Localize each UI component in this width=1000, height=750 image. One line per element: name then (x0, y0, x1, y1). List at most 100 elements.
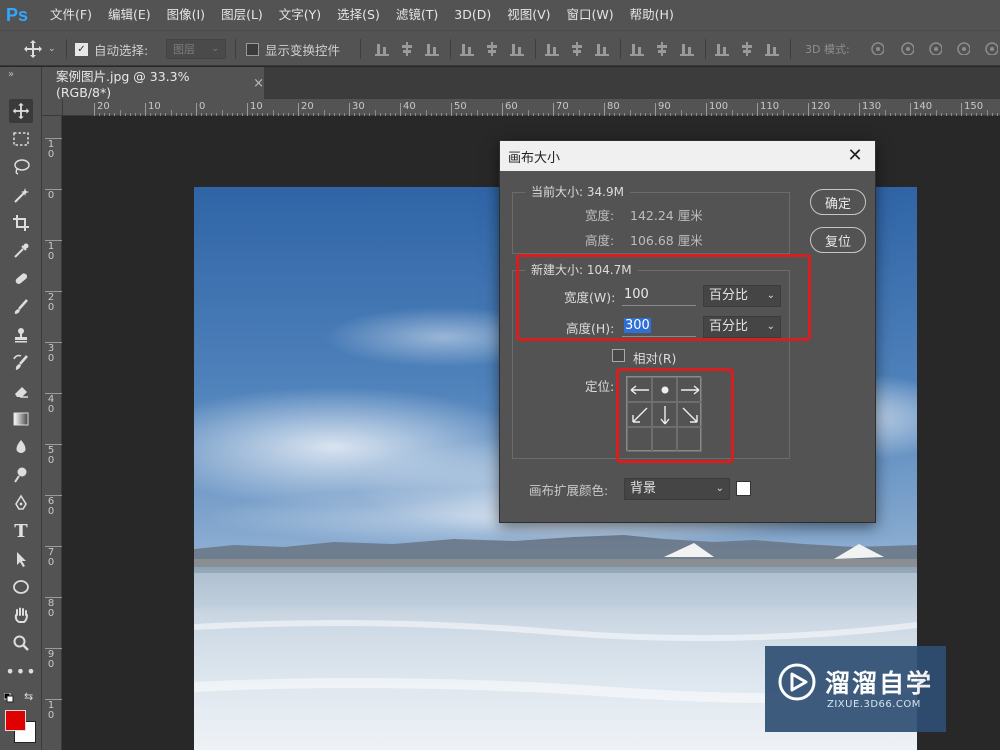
highlight-new-size (516, 254, 811, 341)
pen-tool[interactable] (9, 491, 33, 515)
close-icon[interactable]: ✕ (845, 146, 865, 166)
align-distribute-icon[interactable] (630, 42, 644, 56)
crop-icon (13, 215, 29, 231)
show-transform-checkbox[interactable] (246, 42, 259, 56)
zoom-tool[interactable] (9, 631, 33, 655)
align-distribute-icon[interactable] (595, 42, 609, 56)
watermark-logo: 溜溜自学 ZIXUE.3D66.COM (765, 646, 946, 732)
dodge-tool[interactable] (9, 463, 33, 487)
ruler-tick-label: 1 0 (47, 700, 55, 721)
ok-button[interactable]: 确定 (810, 189, 866, 215)
gradient-tool[interactable] (9, 407, 33, 431)
align-distribute-icon[interactable] (570, 42, 584, 56)
ruler-tick-label: 4 0 (47, 394, 55, 415)
lasso-tool[interactable] (9, 155, 33, 179)
align-distribute-icon[interactable] (400, 42, 414, 56)
ruler-tick-label: 130 (862, 101, 882, 112)
menu-item-6[interactable]: 滤镜(T) (388, 0, 446, 30)
3d-mode-icon[interactable] (984, 41, 998, 55)
more-tools-button[interactable]: ••• (5, 659, 35, 683)
3d-mode-icon[interactable] (870, 41, 884, 55)
marquee-icon (13, 132, 29, 146)
history-brush-tool[interactable] (9, 351, 33, 375)
lasso-icon (14, 159, 30, 175)
current-width-label: 宽度: (585, 208, 615, 223)
align-distribute-icon[interactable] (510, 42, 524, 56)
align-distribute-icon[interactable] (765, 42, 779, 56)
align-distribute-icon[interactable] (655, 42, 669, 56)
ruler-tick-label: 8 0 (47, 598, 55, 619)
ruler-tick-label: 1 0 (47, 139, 55, 160)
3d-mode-icon[interactable] (900, 41, 914, 55)
collapse-panel-icon[interactable]: » (8, 69, 14, 80)
dodge-icon (14, 467, 27, 483)
current-height-value: 106.68 厘米 (630, 233, 703, 248)
dialog-title-bar[interactable]: 画布大小 ✕ (500, 141, 875, 171)
auto-select-checkbox[interactable]: ✓ (75, 42, 88, 56)
magic-wand-tool[interactable] (9, 183, 33, 207)
align-distribute-icon[interactable] (460, 42, 474, 56)
document-tab[interactable]: 案例图片.jpg @ 33.3%(RGB/8*) × (42, 67, 264, 100)
align-distribute-icon[interactable] (485, 42, 499, 56)
align-distribute-icon[interactable] (740, 42, 754, 56)
ruler-tick-label: 7 0 (47, 547, 55, 568)
eyedropper-icon (14, 243, 29, 258)
menu-item-10[interactable]: 帮助(H) (622, 0, 682, 30)
pen-icon (15, 494, 27, 510)
ruler-origin[interactable] (42, 99, 63, 116)
extension-color-label: 画布扩展颜色: (529, 483, 609, 498)
relative-checkbox[interactable] (612, 349, 625, 362)
extension-color-swatch[interactable] (736, 481, 751, 496)
align-distribute-icon[interactable] (680, 42, 694, 56)
ruler-tick-label: 80 (607, 101, 620, 112)
ruler-tick-label: 20 (301, 101, 314, 112)
eraser-tool[interactable] (9, 379, 33, 403)
hand-tool[interactable] (9, 603, 33, 627)
stamp-icon (15, 328, 27, 343)
move-tool-preset[interactable]: ⌄ (22, 31, 56, 67)
gradient-icon (13, 412, 29, 426)
reset-button[interactable]: 复位 (810, 227, 866, 253)
menu-item-7[interactable]: 3D(D) (446, 0, 499, 30)
menu-item-8[interactable]: 视图(V) (499, 0, 558, 30)
play-logo-icon (778, 663, 816, 701)
align-distribute-icon[interactable] (375, 42, 389, 56)
ruler-tick-label: 2 0 (47, 292, 55, 313)
3d-mode-icon[interactable] (956, 41, 970, 55)
align-distribute-icon[interactable] (545, 42, 559, 56)
clone-stamp-tool[interactable] (9, 323, 33, 347)
menu-item-1[interactable]: 编辑(E) (100, 0, 159, 30)
marquee-tool[interactable] (9, 127, 33, 151)
path-selection-tool[interactable] (9, 547, 33, 571)
menu-item-5[interactable]: 选择(S) (329, 0, 388, 30)
auto-select-target-dropdown[interactable]: 图层 ⌄ (166, 39, 226, 59)
default-colors-icon[interactable] (3, 692, 14, 706)
menu-item-3[interactable]: 图层(L) (213, 0, 271, 30)
3d-mode-icon[interactable] (928, 41, 942, 55)
menu-item-2[interactable]: 图像(I) (159, 0, 213, 30)
menu-item-0[interactable]: 文件(F) (42, 0, 100, 30)
extension-color-select[interactable]: 背景 ⌄ (624, 478, 730, 500)
watermark-subtitle: ZIXUE.3D66.COM (827, 699, 921, 710)
blur-tool[interactable] (9, 435, 33, 459)
align-distribute-icon[interactable] (425, 42, 439, 56)
menu-item-9[interactable]: 窗口(W) (559, 0, 622, 30)
move-icon (24, 40, 42, 58)
foreground-color-swatch[interactable] (5, 710, 26, 731)
type-tool[interactable]: T (9, 519, 33, 543)
align-distribute-icon[interactable] (715, 42, 729, 56)
healing-brush-tool[interactable] (9, 267, 33, 291)
ruler-tick-label: 100 (709, 101, 729, 112)
tools-panel: » T ••• ⇆ (0, 67, 42, 750)
brush-tool[interactable] (9, 295, 33, 319)
ellipse-tool[interactable] (9, 575, 33, 599)
eraser-icon (15, 387, 28, 398)
highlight-anchor-grid (616, 368, 734, 463)
menu-item-4[interactable]: 文字(Y) (271, 0, 329, 30)
move-tool[interactable] (9, 99, 33, 123)
eyedropper-tool[interactable] (9, 239, 33, 263)
close-tab-icon[interactable]: × (253, 76, 264, 91)
swap-colors-icon[interactable]: ⇆ (24, 690, 33, 703)
auto-select-label: 自动选择: (94, 42, 149, 58)
crop-tool[interactable] (9, 211, 33, 235)
